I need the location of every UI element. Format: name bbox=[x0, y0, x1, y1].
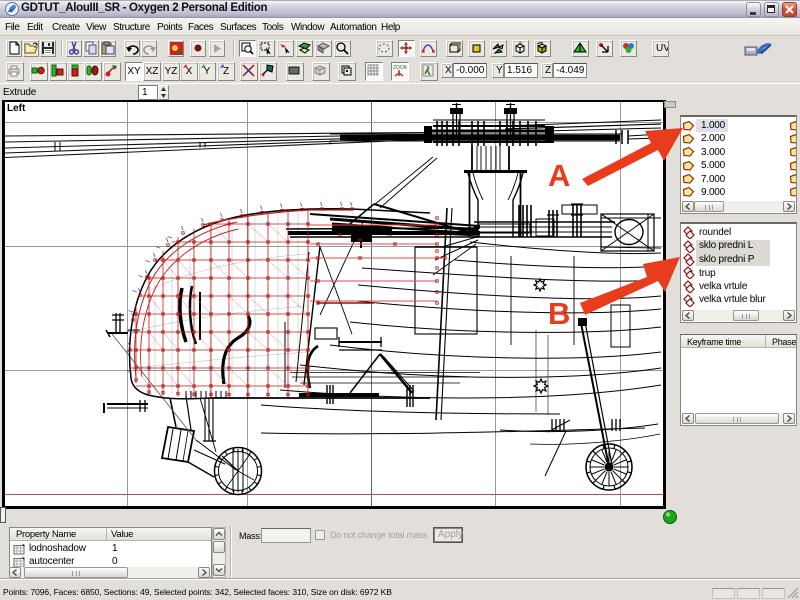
svg-text:ZOOM: ZOOM bbox=[393, 65, 407, 71]
